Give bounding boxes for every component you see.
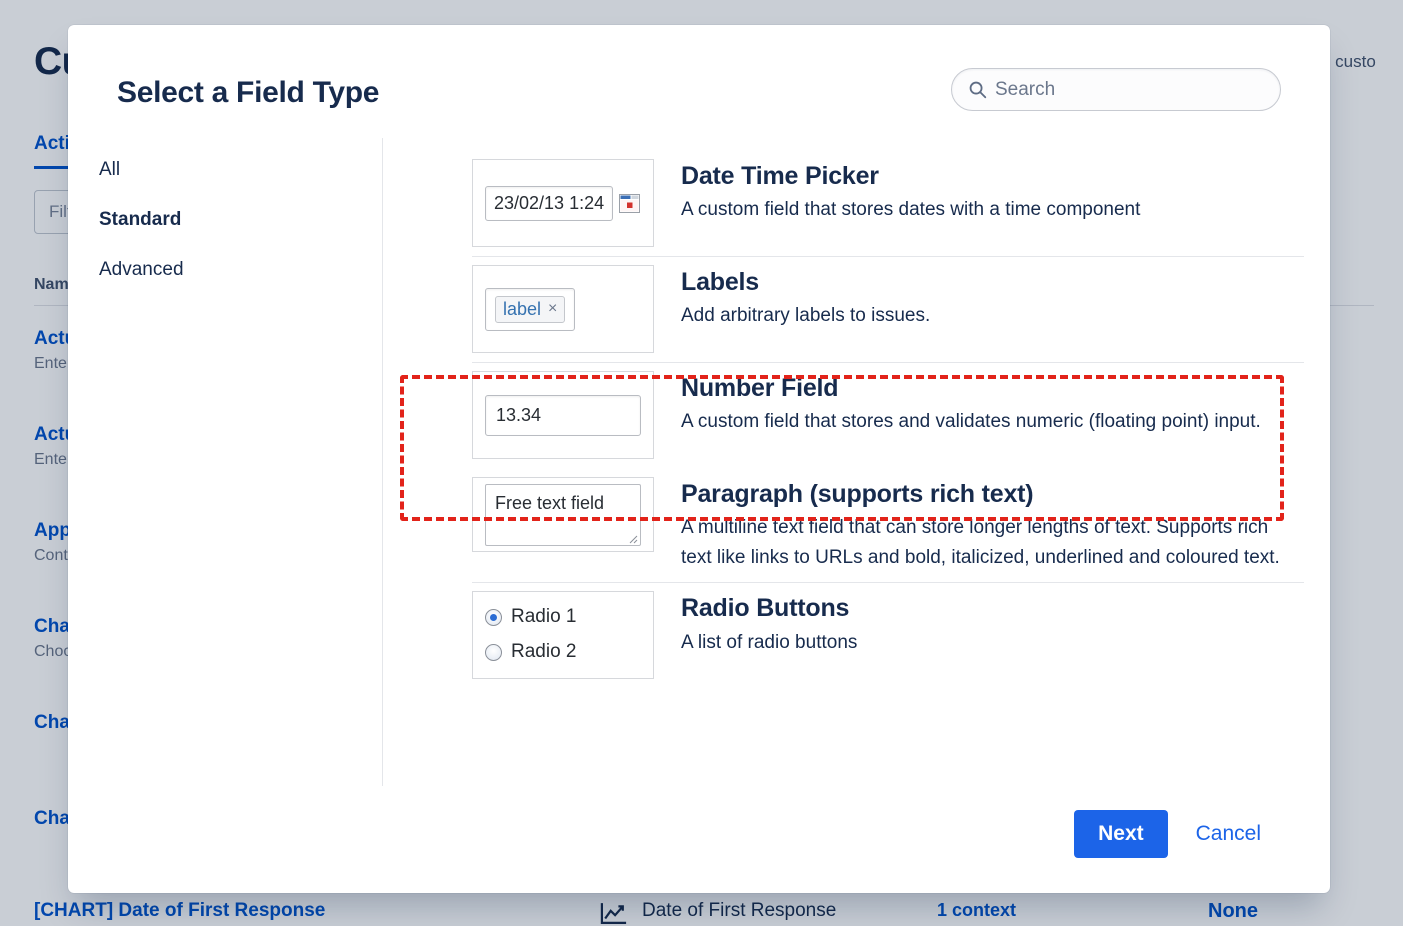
- calendar-icon: [619, 194, 640, 213]
- field-type-name: Number Field: [681, 373, 1261, 404]
- select-field-type-dialog: Select a Field Type All Standard Advance…: [68, 25, 1330, 893]
- category-all[interactable]: All: [99, 159, 382, 182]
- field-type-description: Add arbitrary labels to issues.: [681, 301, 930, 331]
- preview-datetime: 23/02/13 1:24: [472, 159, 654, 247]
- radio-option-label: Radio 2: [511, 641, 577, 663]
- radio-option[interactable]: Radio 2: [485, 641, 577, 663]
- resize-grip-icon: [627, 533, 638, 544]
- preview-radios: Radio 1 Radio 2: [472, 591, 654, 679]
- preview-paragraph: Free text field: [472, 477, 654, 552]
- search-box[interactable]: [951, 68, 1281, 111]
- category-advanced[interactable]: Advanced: [99, 259, 382, 282]
- field-type-list[interactable]: 23/02/13 1:24 Date Time Picker: [383, 138, 1330, 786]
- field-type-option-labels[interactable]: label × Labels Add arbitrary labels to i…: [383, 256, 1330, 362]
- textarea-preview-text: Free text field: [495, 493, 604, 513]
- field-type-name: Labels: [681, 267, 930, 298]
- search-input[interactable]: [995, 79, 1264, 101]
- field-type-description: A custom field that stores and validates…: [681, 407, 1261, 437]
- field-type-option-radio-buttons[interactable]: Radio 1 Radio 2 Radio Buttons A list of …: [383, 582, 1330, 688]
- field-type-name: Radio Buttons: [681, 593, 857, 624]
- app-root: Custom fields e custo Active Filter Name…: [0, 0, 1403, 926]
- category-list: All Standard Advanced: [68, 129, 382, 773]
- cancel-button[interactable]: Cancel: [1190, 810, 1267, 858]
- dialog-header: Select a Field Type: [68, 25, 1330, 129]
- field-type-option-date-time-picker[interactable]: 23/02/13 1:24 Date Time Picker: [383, 150, 1330, 256]
- dialog-footer: Next Cancel: [68, 787, 1330, 893]
- label-chip-text: label: [503, 299, 541, 320]
- preview-number: 13.34: [472, 371, 654, 459]
- label-chip: label ×: [495, 296, 565, 323]
- field-type-name: Date Time Picker: [681, 161, 1140, 192]
- number-preview-value: 13.34: [485, 395, 641, 436]
- radio-selected-icon: [485, 609, 502, 626]
- search-icon: [968, 80, 987, 99]
- datetime-preview-value: 23/02/13 1:24: [485, 186, 613, 221]
- textarea-preview-value: Free text field: [485, 484, 641, 546]
- field-type-description: A multiline text field that can store lo…: [681, 513, 1286, 573]
- radio-option-label: Radio 1: [511, 606, 577, 628]
- field-type-option-number-field[interactable]: 13.34 Number Field A custom field that s…: [383, 362, 1330, 468]
- field-type-description: A custom field that stores dates with a …: [681, 195, 1140, 225]
- radio-option[interactable]: Radio 1: [485, 606, 577, 628]
- field-type-description: A list of radio buttons: [681, 628, 857, 658]
- radio-unselected-icon: [485, 644, 502, 661]
- field-type-name: Paragraph (supports rich text): [681, 479, 1286, 510]
- field-type-option-paragraph[interactable]: Free text field Paragraph (supports rich…: [383, 468, 1330, 582]
- next-button[interactable]: Next: [1074, 810, 1168, 858]
- category-standard[interactable]: Standard: [99, 209, 382, 232]
- preview-labels: label ×: [472, 265, 654, 353]
- close-icon[interactable]: ×: [548, 300, 557, 318]
- dialog-title: Select a Field Type: [117, 76, 379, 110]
